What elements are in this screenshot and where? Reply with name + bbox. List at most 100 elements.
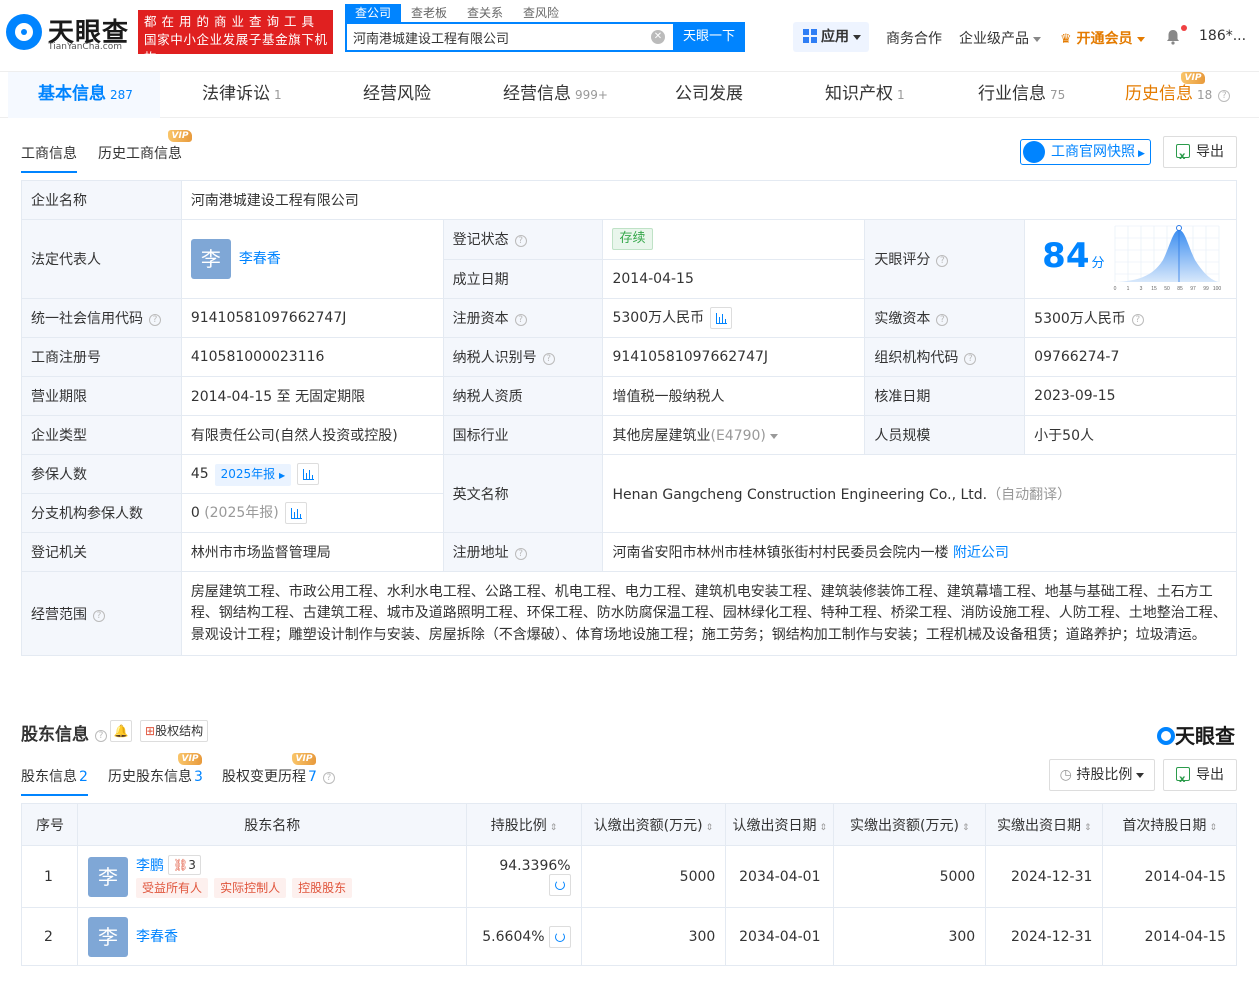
search-button[interactable]: 天眼一下 [673,22,745,52]
help-icon[interactable]: ? [322,772,335,784]
industry-cell[interactable]: 其他房屋建筑业(E4790) [602,415,866,455]
tab-history-shareholders[interactable]: 历史股东信息 3 [108,766,203,786]
score-value[interactable]: 84 分 [1042,236,1104,276]
related-companies-badge[interactable]: ⛓3 [168,854,201,875]
score-axis-tick: 0 [1114,286,1117,292]
bar-chart-icon[interactable] [297,462,320,485]
shareholder-export-button[interactable]: 导出 [1163,759,1237,795]
bar-chart-icon[interactable] [710,307,733,329]
label: 核准日期 [864,376,1026,416]
subtab-business-info[interactable]: 工商信息 [21,143,77,173]
tab-equity-changes[interactable]: 股权变更历程 7? [222,766,335,786]
sort-icon: ⇕ [705,822,714,833]
help-icon: ? [1218,90,1231,102]
tab-legal[interactable]: 法律诉讼 1 [202,72,282,118]
help-icon[interactable]: ? [149,314,161,326]
shareholder-name-link[interactable]: 李春香 [136,929,178,945]
shareholder-name-link[interactable]: 李鹏 [136,855,164,875]
pie-chart-icon[interactable] [548,925,571,948]
search-tab-relation[interactable]: 查关系 [457,4,513,22]
credit-code: 91410581097662747J [180,298,444,338]
search-tab-boss[interactable]: 查老板 [401,4,457,22]
legal-rep-link[interactable]: 李春香 [239,251,281,267]
role-tag: 受益所有人 [136,877,209,898]
paid-capital: 5300万人民币 [1034,311,1126,327]
year-report-tag[interactable]: 2025年报 ▶ [214,463,292,486]
tab-ip[interactable]: 知识产权 1 [825,72,905,118]
nav-enterprise[interactable]: 企业级产品 [959,28,1041,48]
tab-count: 2 [79,769,88,785]
export-button[interactable]: 导出 [1163,136,1237,172]
tab-development[interactable]: 公司发展 [675,72,743,118]
search-tab-company[interactable]: 查公司 [345,4,402,22]
nav-business[interactable]: 商务合作 [886,28,942,48]
arrow-right-icon: ▶ [1138,149,1145,159]
logo-subtext: TianYanCha.com [48,42,123,52]
col-header-label: 首次持股日期 [1122,817,1207,834]
col-header-sortable[interactable]: 认缴出资日期 ⇕ [725,803,835,846]
search-type-tabs: 查公司 查老板 查关系 查风险 [345,4,569,22]
branch-year: (2025年报) [204,505,279,521]
label: 工商注册号 [21,337,182,377]
label-score: 天眼评分? [864,219,1026,299]
link-icon: ⛓ [173,857,189,872]
authority: 林州市市场监督管理局 [180,532,444,572]
search-input[interactable] [347,24,643,50]
help-icon[interactable]: ? [514,235,527,248]
tab-risk[interactable]: 经营风险 [363,72,431,118]
label-address: 注册地址? [442,532,604,572]
label-text: 纳税人识别号 [452,350,537,366]
vip-badge: VIP [1181,72,1205,84]
nearby-companies-link[interactable]: 附近公司 [953,545,1009,561]
help-icon[interactable]: ? [936,314,949,326]
help-icon[interactable]: ? [514,548,527,560]
score-axis-tick: 1 [1127,286,1130,292]
col-header-sortable[interactable]: 首次持股日期 ⇕ [1102,803,1237,846]
help-icon[interactable]: ? [93,609,105,622]
tab-history[interactable]: 历史信息 18? [1125,72,1231,118]
label-text: 实缴资本 [874,311,931,327]
tab-count: 7 [308,769,317,785]
shareholder-section-title: 股东信息? [21,720,107,745]
tab-operation[interactable]: 经营信息 999+ [503,72,608,118]
user-account[interactable]: 186*... [1199,28,1246,44]
search-tab-risk[interactable]: 查风险 [513,4,569,22]
label-text: 天眼评分 [874,252,931,268]
shareholder-table: 序号 股东名称 持股比例 ⇕ 认缴出资额(万元) ⇕ 认缴出资日期 ⇕ 实缴出资额(万… [20,803,1237,966]
pie-chart-icon[interactable] [548,873,571,896]
main-tabs: 基本信息 287 法律诉讼 1 经营风险 经营信息 999+ 公司发展 知识产权 1 行… [0,72,1259,118]
nav-vip[interactable]: ♛ 开通会员 [1060,28,1145,48]
tab-label: 知识产权 [825,84,893,104]
bar-chart-icon[interactable] [284,502,307,524]
help-icon[interactable]: ? [542,353,555,365]
app-menu[interactable]: 应用 [793,22,869,52]
col-header-sortable[interactable]: 持股比例 ⇕ [466,803,582,846]
table-row: 2 李李春香 5.6604% 300 2034-04-01 300 2024-1… [20,907,1237,966]
reg-no: 410581000023116 [180,337,444,377]
tab-label: 经营信息 [503,84,571,104]
col-header-sortable[interactable]: 实缴出资日期 ⇕ [985,803,1104,846]
help-icon[interactable]: ? [936,255,949,267]
clear-icon[interactable]: ✕ [651,30,665,44]
tab-industry[interactable]: 行业信息 75 [978,72,1065,118]
help-icon[interactable]: ? [95,730,107,742]
bell-icon[interactable] [1165,29,1181,45]
col-header-sortable[interactable]: 认缴出资额(万元) ⇕ [580,803,727,846]
sort-by-ratio-dropdown[interactable]: ◷ 持股比例 [1049,759,1155,791]
tab-shareholders[interactable]: 股东信息 2 [21,766,88,796]
alert-bell-icon[interactable]: 🔔 [110,720,132,742]
logo[interactable]: 天眼查 TianYanCha.com [6,10,132,56]
snapshot-button[interactable]: 工商官网快照 ▶ [1020,139,1151,165]
help-icon[interactable]: ? [964,353,977,365]
user-icon [1023,141,1045,163]
nav-vip-label: 开通会员 [1076,31,1133,47]
col-header-sortable[interactable]: 实缴出资额(万元) ⇕ [833,803,987,846]
help-icon[interactable]: ? [514,314,527,326]
col-header-label: 实缴出资额(万元) [850,817,959,834]
subtab-history-business[interactable]: 历史工商信息 [98,143,182,163]
tab-basic-info[interactable]: 基本信息 287 [8,72,160,118]
help-icon[interactable]: ? [1131,314,1144,326]
vip-badge: VIP [292,753,316,765]
sort-icon: ⇕ [1209,822,1217,833]
equity-structure-button[interactable]: ⊞股权结构 [140,720,209,742]
